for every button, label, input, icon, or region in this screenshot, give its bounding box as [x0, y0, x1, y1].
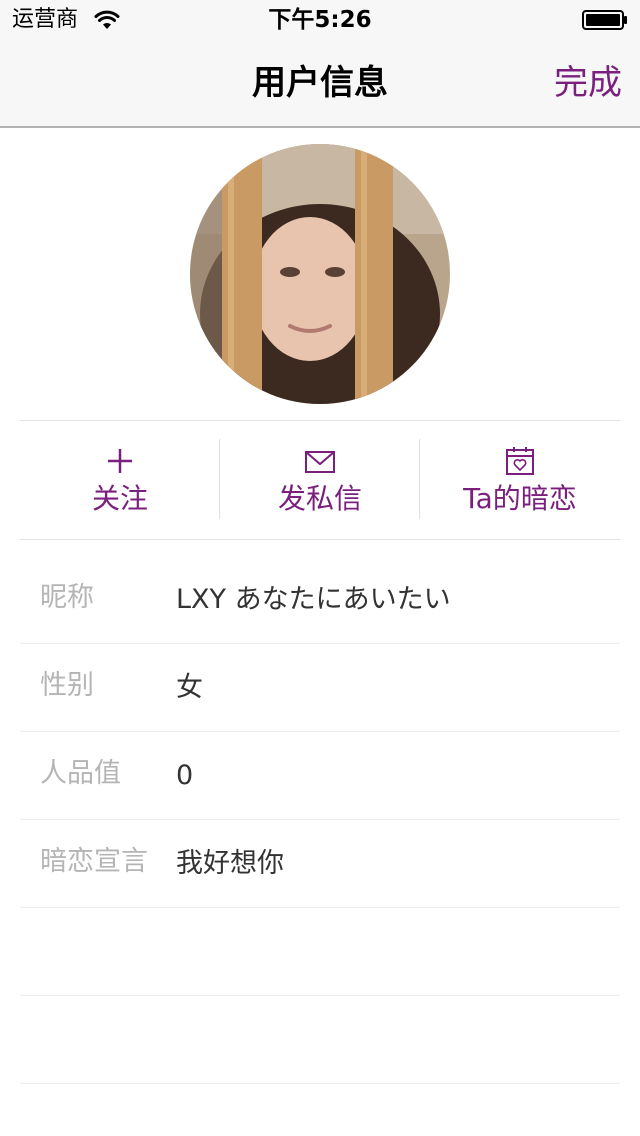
karma-row: 人品值 0 [20, 732, 620, 820]
divider-actions [20, 539, 620, 540]
empty-row [20, 996, 620, 1084]
nickname-key: 昵称 [40, 582, 94, 613]
crush-declaration-key: 暗恋宣言 [40, 846, 148, 877]
nickname-row: 昵称 LXY あなたにあいたい [20, 556, 620, 644]
gender-value: 女 [176, 672, 203, 703]
gender-key: 性别 [40, 670, 94, 701]
user-info-screen: 运营商 下午5:26 用户信息 完成 关注 发私信 Ta的暗恋 昵称 LXY あ… [0, 0, 640, 1136]
ta-crush-button[interactable]: Ta的暗恋 [420, 421, 620, 539]
avatar[interactable] [190, 144, 450, 404]
gender-row: 性别 女 [20, 644, 620, 732]
envelope-icon [304, 445, 336, 477]
status-bar: 运营商 下午5:26 [0, 0, 640, 40]
follow-label: 关注 [91, 482, 148, 515]
karma-key: 人品值 [40, 758, 121, 789]
private-message-label: 发私信 [277, 482, 362, 515]
ta-crush-label: Ta的暗恋 [463, 482, 577, 515]
follow-button[interactable]: 关注 [20, 421, 220, 539]
nickname-value: LXY あなたにあいたい [176, 584, 451, 615]
empty-row [20, 908, 620, 996]
action-bar: 关注 发私信 Ta的暗恋 [20, 421, 620, 539]
done-button[interactable]: 完成 [554, 62, 622, 104]
crush-declaration-value: 我好想你 [176, 848, 284, 879]
private-message-button[interactable]: 发私信 [220, 421, 420, 539]
plus-icon [104, 445, 136, 477]
karma-value: 0 [176, 760, 194, 791]
status-time: 下午5:26 [268, 7, 372, 33]
page-title: 用户信息 [252, 63, 388, 103]
nav-bar: 用户信息 完成 [0, 40, 640, 128]
calendar-heart-icon [504, 445, 536, 477]
crush-declaration-row: 暗恋宣言 我好想你 [20, 820, 620, 908]
battery-icon [582, 10, 628, 30]
